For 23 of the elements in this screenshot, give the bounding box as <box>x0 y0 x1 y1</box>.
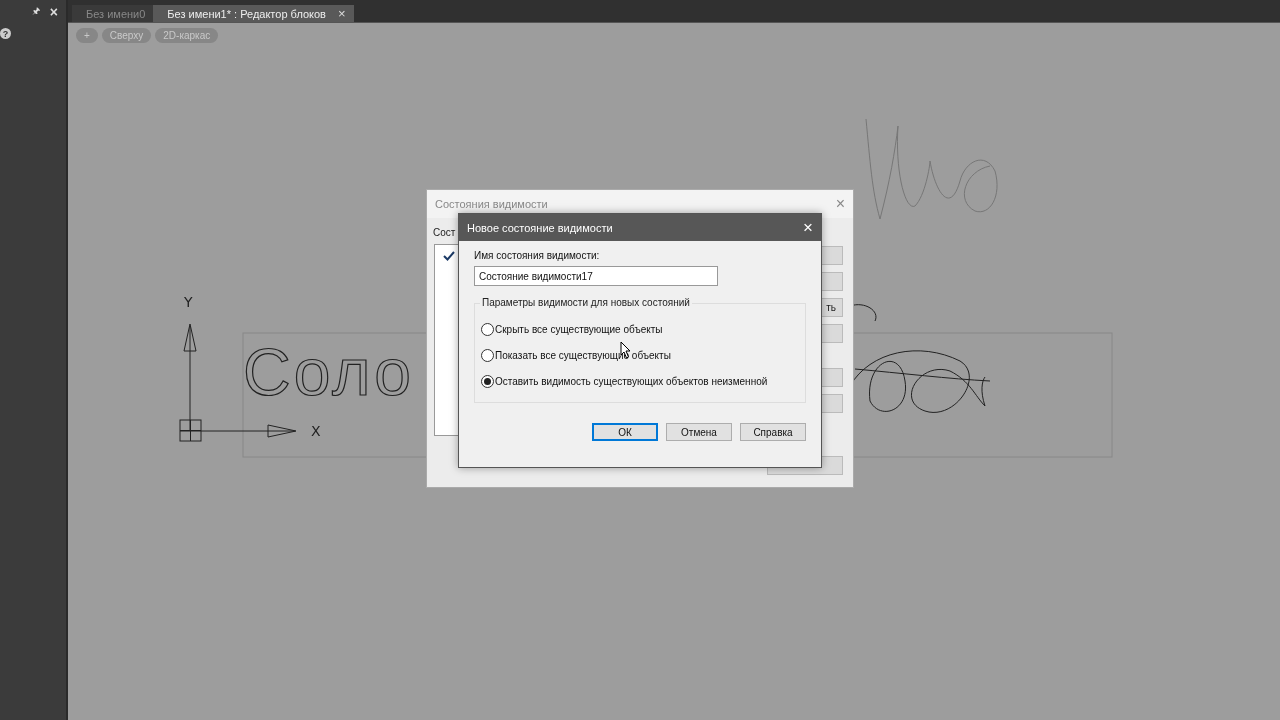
checkmark-icon <box>443 251 455 261</box>
close-icon[interactable]: × <box>803 217 813 238</box>
pin-icon[interactable]: 🖈 <box>31 4 40 20</box>
dialog-button[interactable]: ОК <box>592 423 658 441</box>
radio-button[interactable] <box>481 322 494 336</box>
dialog-button[interactable]: Справка <box>740 423 806 441</box>
document-tab[interactable]: Без имени1* : Редактор блоков × <box>153 5 354 22</box>
radio-button[interactable] <box>481 374 494 388</box>
name-field[interactable]: Состояние видимости17 <box>474 266 718 286</box>
dialog-title: Состояния видимости <box>435 198 548 210</box>
radio-option[interactable]: Скрыть все существующие объекты <box>481 321 799 337</box>
dialog-button[interactable]: Отмена <box>666 423 732 441</box>
drawing-text: Соло <box>243 335 411 409</box>
dialog-title: Новое состояние видимости <box>467 221 613 234</box>
group-title: Параметры видимости для новых состояний <box>480 297 692 308</box>
field-label: Сост <box>433 227 456 238</box>
axis-label: Y <box>184 294 193 310</box>
axis-label: X <box>311 423 321 439</box>
field-label: Имя состояния видимости: <box>474 250 601 261</box>
help-icon[interactable]: ? <box>0 28 11 39</box>
radio-option[interactable]: Оставить видимость существующих объектов неизменной <box>481 373 799 389</box>
close-icon[interactable]: × <box>49 4 58 20</box>
radio-button[interactable] <box>481 348 494 362</box>
